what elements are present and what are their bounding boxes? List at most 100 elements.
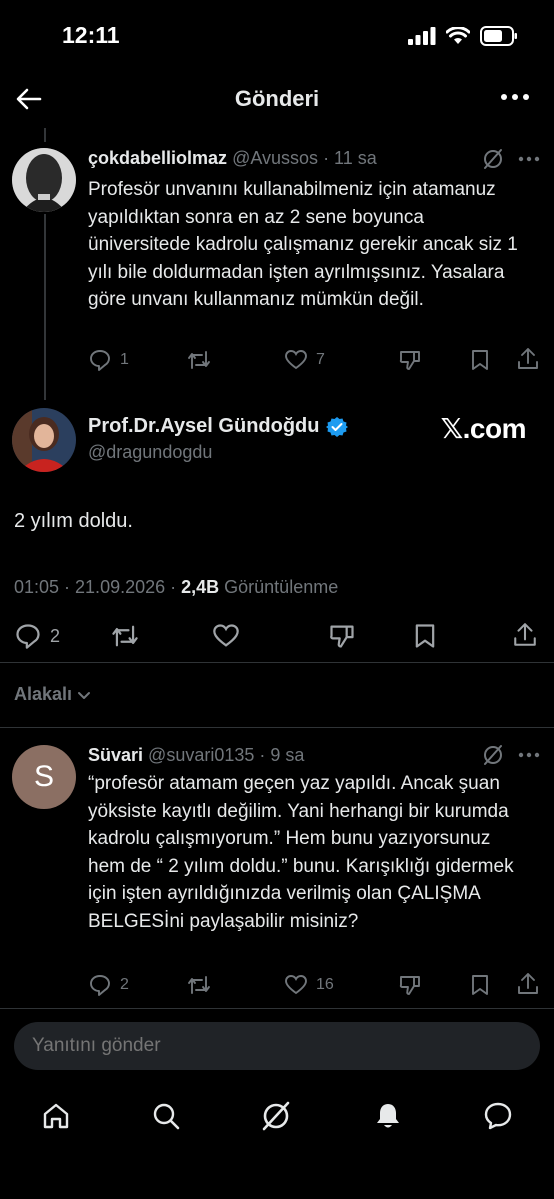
tweet-text: 2 yılım doldu. [14,510,133,532]
heart-icon [285,975,307,995]
tweet-time: · 9 sa [259,745,305,765]
thumbs-down-icon [399,351,420,370]
more-horizontal-icon [518,156,540,162]
related-toggle[interactable]: Alakalı [14,684,92,705]
bookmark-icon [415,624,435,648]
reply-count: 2 [50,625,61,646]
reply-input[interactable] [14,1022,540,1070]
share-icon [518,973,538,994]
dislike-button[interactable] [398,348,422,372]
tweet-header: çokdabelliolmaz @Avussos · 11 sa [88,148,377,169]
user-name[interactable]: çokdabelliolmaz [88,148,227,168]
like-button[interactable]: 7 [284,348,325,372]
chat-bubble-icon [484,1102,512,1130]
bookmark-button[interactable] [469,348,491,372]
bookmark-button[interactable] [412,622,438,650]
avatar[interactable]: S [12,745,76,809]
grok-icon [484,149,502,169]
heart-icon [213,624,239,647]
grok-icon [484,745,502,765]
tweet-more-button[interactable] [518,156,540,162]
retweet-button[interactable] [110,622,140,650]
retweet-button[interactable] [186,348,212,372]
tab-home[interactable] [38,1098,74,1134]
dislike-button[interactable] [398,973,422,997]
reply-icon [90,975,110,996]
reply-button[interactable]: 2 [88,973,129,997]
reply-count: 2 [120,976,129,993]
grok-button[interactable] [482,744,504,766]
like-button[interactable]: 16 [284,973,334,997]
like-count: 7 [316,351,325,368]
wifi-icon [446,27,470,44]
watermark: 𝕏.com [440,413,527,444]
thread-line [44,128,46,142]
tweet-text: “profesör atamam geçen yaz yapıldı. Anca… [88,773,514,932]
page-title: Gönderi [234,86,320,111]
tweet-header: Süvari @suvari0135 · 9 sa [88,745,304,766]
retweet-icon [188,351,210,369]
home-icon [43,1103,69,1129]
bookmark-icon [472,350,488,370]
views-count: 2,4B [181,577,220,597]
more-horizontal-icon [518,752,540,758]
more-options-button[interactable] [500,92,530,102]
bookmark-icon [472,975,488,995]
avatar[interactable] [12,408,76,472]
share-button[interactable] [512,620,538,650]
reply-button[interactable]: 1 [88,348,129,372]
divider [0,662,554,663]
retweet-icon [188,976,210,994]
tweet-time: · 11 sa [323,148,377,168]
share-button[interactable] [516,346,540,372]
signal-icon [408,27,436,45]
chevron-down-icon [78,691,91,699]
bookmark-button[interactable] [469,973,491,997]
verified-badge-icon [325,416,348,437]
user-name[interactable]: Prof.Dr.Aysel Gündoğdu [88,415,320,438]
grok-icon [262,1101,290,1131]
related-label: Alakalı [14,684,73,704]
reply-icon [90,350,110,371]
reply-count: 1 [120,351,129,368]
tab-notifications[interactable] [370,1098,406,1134]
share-icon [518,348,538,369]
tab-messages[interactable] [480,1098,516,1134]
like-count: 16 [316,976,334,993]
user-handle[interactable]: @Avussos [232,148,318,168]
thumbs-down-icon [330,625,354,648]
search-icon [153,1103,180,1130]
status-time: 12:11 [62,22,120,48]
retweet-button[interactable] [186,973,212,997]
share-button[interactable] [516,971,540,997]
author-name-row: Prof.Dr.Aysel Gündoğdu [88,415,348,438]
avatar-image [12,408,76,472]
heart-icon [285,350,307,370]
user-handle[interactable]: @suvari0135 [148,745,254,765]
avatar[interactable] [12,148,76,212]
tweet-more-button[interactable] [518,752,540,758]
reply-icon [16,624,40,649]
grok-button[interactable] [482,148,504,170]
tab-grok[interactable] [258,1098,294,1134]
views-label: Görüntülenme [219,577,339,597]
battery-icon [480,26,517,46]
divider [0,1008,554,1009]
avatar-image [12,148,76,212]
retweet-icon [112,625,138,647]
user-name[interactable]: Süvari [88,745,143,765]
tweet-text: Profesör unvanını kullanabilmeniz için a… [88,179,518,310]
status-icons [408,26,518,46]
tab-search[interactable] [148,1098,184,1134]
divider [0,727,554,728]
tweet-meta: 01:05 · 21.09.2026 · 2,4B Görüntülenme [14,577,338,598]
bell-icon [377,1104,399,1128]
thread-line [44,214,46,400]
like-button[interactable] [212,622,240,650]
reply-button[interactable]: 2 [14,622,60,650]
tweet-timestamp: 01:05 · 21.09.2026 · [14,577,182,597]
share-icon [514,623,536,646]
thumbs-down-icon [399,976,420,995]
user-handle[interactable]: @dragundogdu [88,442,212,463]
dislike-button[interactable] [328,622,356,650]
